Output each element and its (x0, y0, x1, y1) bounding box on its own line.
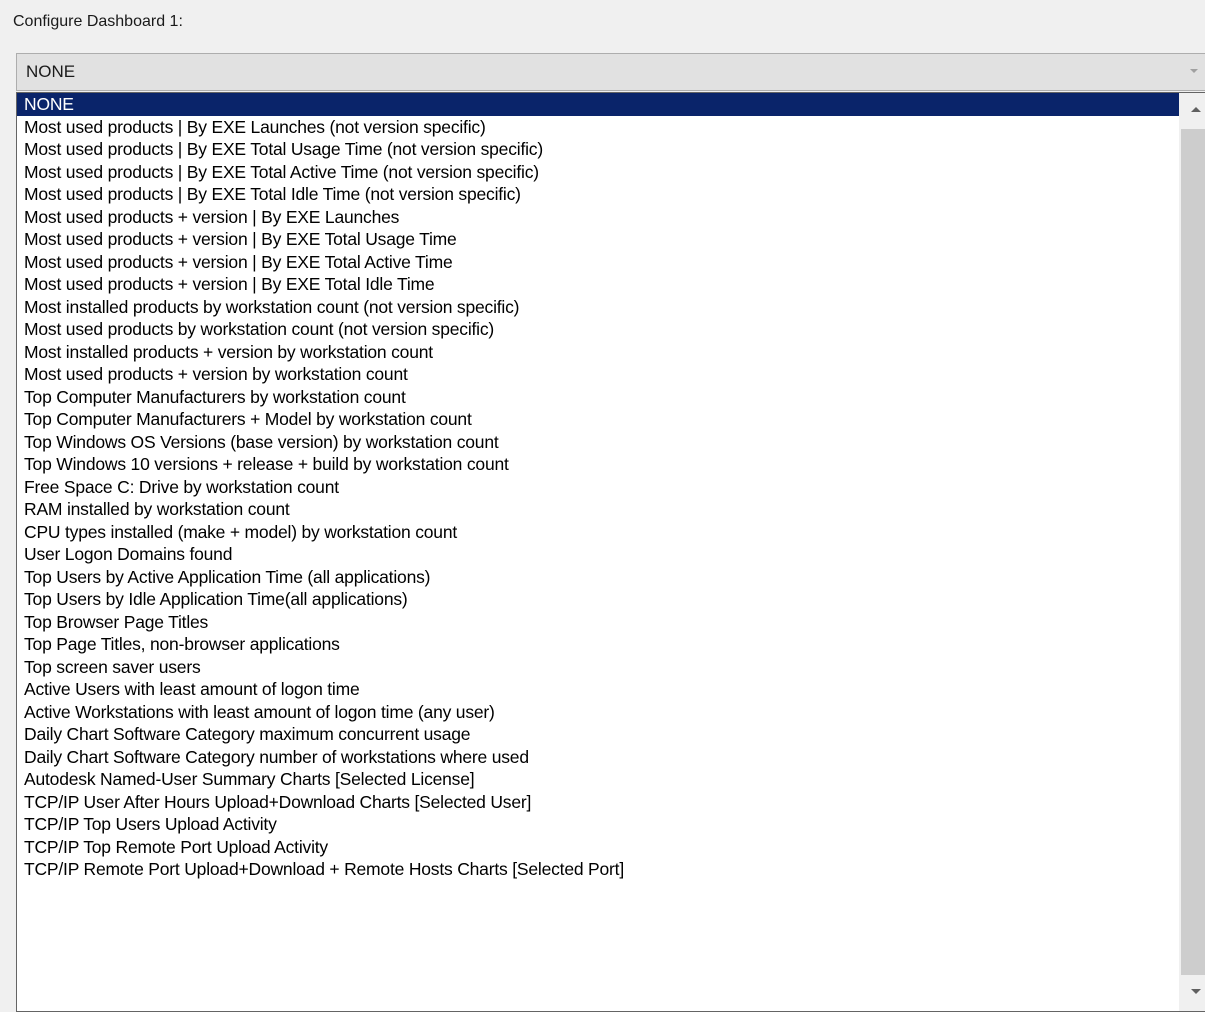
list-item[interactable]: Most used products + version | By EXE To… (17, 251, 1179, 274)
list-item[interactable]: TCP/IP User After Hours Upload+Download … (17, 791, 1179, 814)
arrow-up-icon (1191, 107, 1201, 112)
scroll-down-button[interactable] (1179, 975, 1205, 1011)
list-item[interactable]: Top Users by Idle Application Time(all a… (17, 588, 1179, 611)
list-item[interactable]: TCP/IP Top Users Upload Activity (17, 813, 1179, 836)
list-item[interactable]: Most used products | By EXE Total Usage … (17, 138, 1179, 161)
options-container: NONE Most used products | By EXE Launches… (17, 93, 1179, 881)
dashboard-options-list[interactable]: NONE Most used products | By EXE Launches… (16, 92, 1205, 1012)
list-item[interactable]: Top Windows 10 versions + release + buil… (17, 453, 1179, 476)
list-item[interactable]: RAM installed by workstation count (17, 498, 1179, 521)
list-item[interactable]: Top Computer Manufacturers by workstatio… (17, 386, 1179, 409)
list-item[interactable]: Top Windows OS Versions (base version) b… (17, 431, 1179, 454)
vertical-scrollbar[interactable] (1179, 93, 1205, 1011)
chevron-down-icon[interactable] (1190, 69, 1198, 73)
list-item[interactable]: Most used products + version by workstat… (17, 363, 1179, 386)
list-item[interactable]: Most used products + version | By EXE To… (17, 273, 1179, 296)
arrow-down-icon (1191, 989, 1201, 994)
list-item[interactable]: Active Users with least amount of logon … (17, 678, 1179, 701)
dashboard-select[interactable]: NONE (16, 53, 1205, 91)
list-item[interactable]: TCP/IP Remote Port Upload+Download + Rem… (17, 858, 1179, 881)
list-item[interactable]: Daily Chart Software Category number of … (17, 746, 1179, 769)
list-item[interactable]: TCP/IP Top Remote Port Upload Activity (17, 836, 1179, 859)
list-item[interactable]: Top screen saver users (17, 656, 1179, 679)
list-item[interactable]: Most used products by workstation count … (17, 318, 1179, 341)
scroll-up-button[interactable] (1179, 93, 1205, 128)
list-item[interactable]: Top Page Titles, non-browser application… (17, 633, 1179, 656)
list-item[interactable]: Most used products + version | By EXE To… (17, 228, 1179, 251)
list-item[interactable]: User Logon Domains found (17, 543, 1179, 566)
list-item[interactable]: Most used products + version | By EXE La… (17, 206, 1179, 229)
list-item[interactable]: Most installed products by workstation c… (17, 296, 1179, 319)
list-item-selected[interactable]: NONE (17, 93, 1179, 116)
list-item[interactable]: CPU types installed (make + model) by wo… (17, 521, 1179, 544)
list-item[interactable]: Top Users by Active Application Time (al… (17, 566, 1179, 589)
list-item[interactable]: Free Space C: Drive by workstation count (17, 476, 1179, 499)
list-item[interactable]: Most used products | By EXE Total Idle T… (17, 183, 1179, 206)
list-item[interactable]: Most used products | By EXE Total Active… (17, 161, 1179, 184)
list-item[interactable]: Daily Chart Software Category maximum co… (17, 723, 1179, 746)
list-item[interactable]: Active Workstations with least amount of… (17, 701, 1179, 724)
list-item[interactable]: Top Computer Manufacturers + Model by wo… (17, 408, 1179, 431)
dashboard-select-value: NONE (26, 62, 76, 81)
list-item[interactable]: Most used products | By EXE Launches (no… (17, 116, 1179, 139)
list-item[interactable]: Top Browser Page Titles (17, 611, 1179, 634)
list-item[interactable]: Most installed products + version by wor… (17, 341, 1179, 364)
scrollbar-thumb[interactable] (1181, 129, 1205, 975)
configure-dashboard-label: Configure Dashboard 1: (13, 13, 183, 30)
list-item[interactable]: Autodesk Named-User Summary Charts [Sele… (17, 768, 1179, 791)
